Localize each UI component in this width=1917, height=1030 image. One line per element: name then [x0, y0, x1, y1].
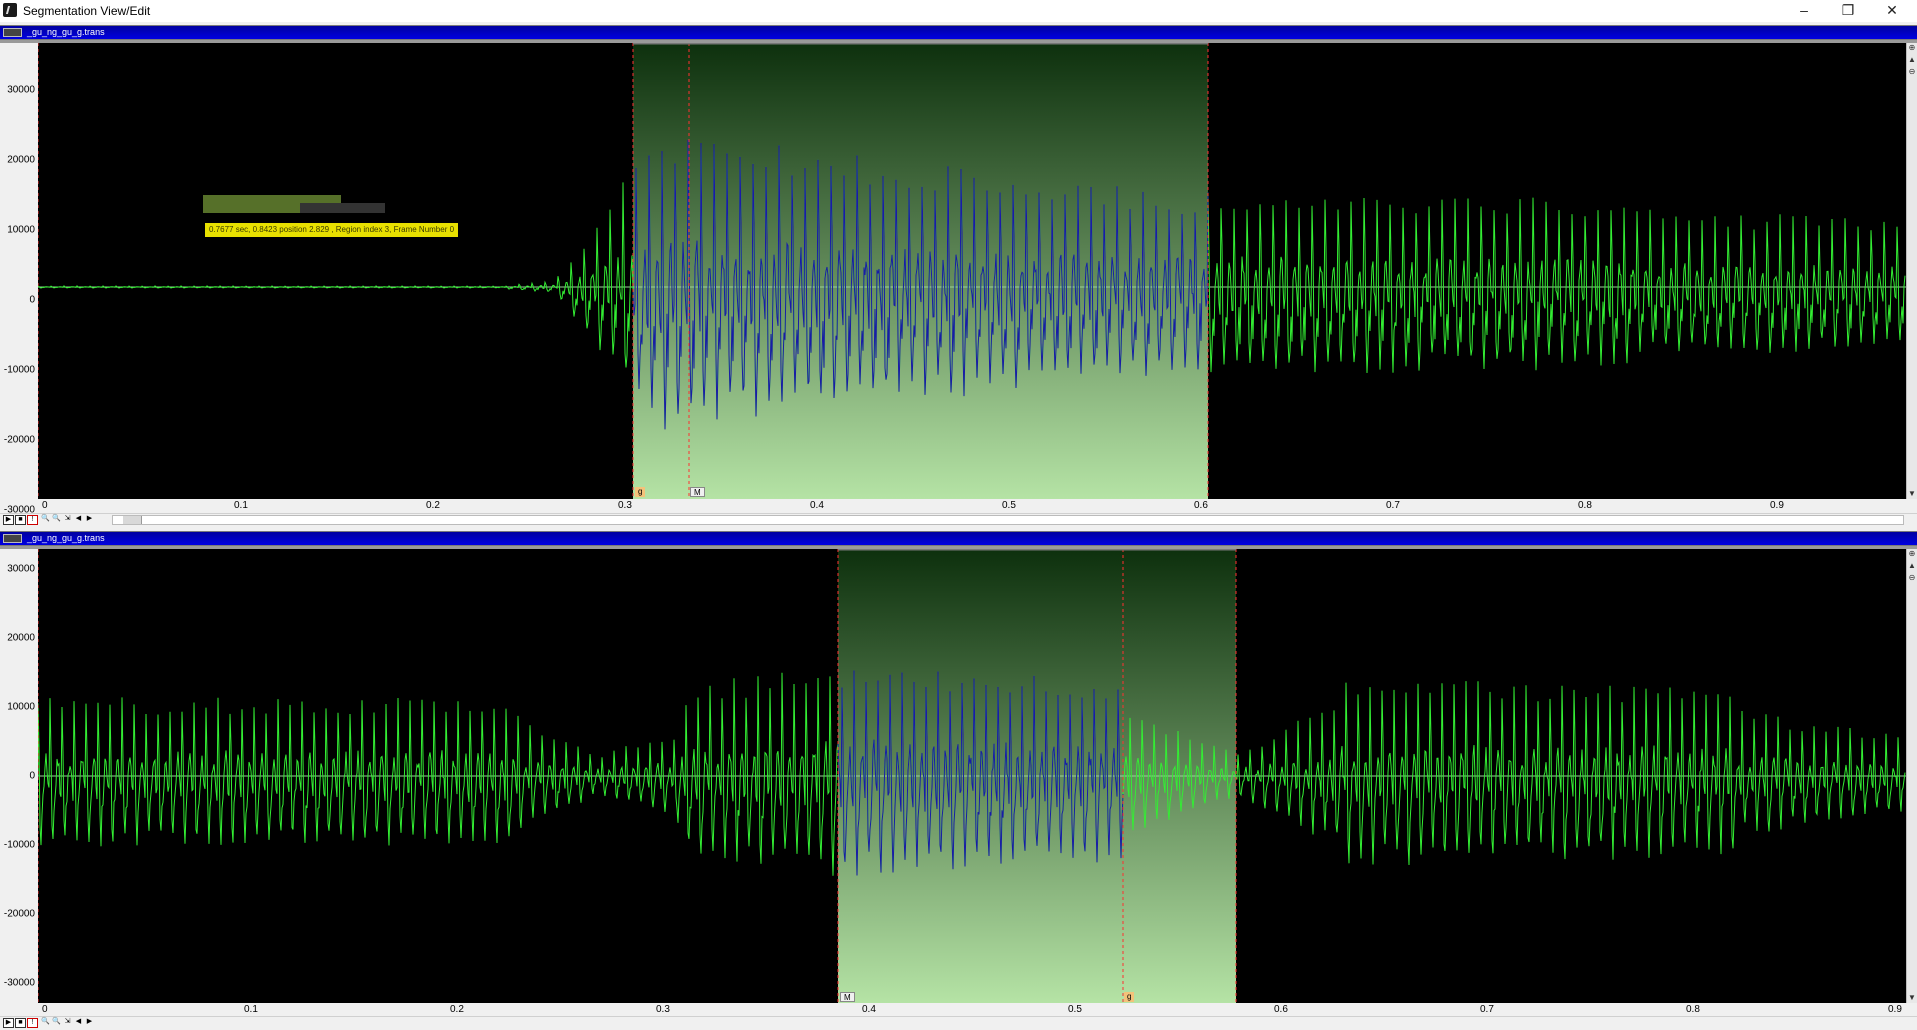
x-tick-label: 0.1 [244, 1004, 258, 1015]
x-tick-label: 0.9 [1888, 1004, 1902, 1015]
x-tick-label: 0.6 [1274, 1004, 1288, 1015]
pane-titlebar: _gu_ng_gu_g.trans [0, 531, 1917, 546]
y-tick-label: 30000 [7, 563, 35, 575]
y-tick-label: -20000 [3, 908, 35, 920]
zoom-out-icon[interactable]: ⊖ [1907, 573, 1917, 583]
scroll-up-icon[interactable]: ▲ [1907, 561, 1917, 571]
vertical-scrollbar[interactable]: ⊕ ▲ ⊖ ▼ [1906, 549, 1917, 1003]
x-tick-label: 0.3 [656, 1004, 670, 1015]
segment-label-g[interactable]: g [635, 487, 646, 497]
record-icon[interactable]: ! [27, 515, 38, 525]
y-tick-label: -30000 [3, 977, 35, 989]
pane-title: _gu_ng_gu_g.trans [27, 533, 105, 543]
zoom-in-icon[interactable]: 🔍 [40, 515, 51, 525]
play-icon[interactable]: ▶ [3, 515, 14, 525]
scroll-right-icon[interactable]: ▶ [84, 515, 95, 525]
y-tick-label: -10000 [3, 839, 35, 851]
minimize-button[interactable]: – [1782, 0, 1826, 22]
x-tick-label: 0.8 [1578, 500, 1592, 511]
tooltip-waveform-preview [203, 195, 385, 213]
x-tick-label: 0.4 [810, 500, 824, 511]
x-tick-label: 0.5 [1002, 500, 1016, 511]
x-tick-label: 0.8 [1686, 1004, 1700, 1015]
record-icon[interactable]: ! [27, 1018, 38, 1028]
x-tick-label: 0.2 [426, 500, 440, 511]
selected-region[interactable] [633, 43, 1208, 499]
scroll-left-icon[interactable]: ◀ [73, 515, 84, 525]
x-tick-label: 0.7 [1480, 1004, 1494, 1015]
y-tick-label: 20000 [7, 632, 35, 644]
stop-icon[interactable]: ■ [15, 515, 26, 525]
y-axis: 30000 20000 10000 0 -10000 -20000 -30000 [0, 43, 38, 529]
y-tick-label: 0 [29, 294, 35, 306]
waveform-canvas[interactable] [38, 43, 1906, 499]
x-tick-label: 0.2 [450, 1004, 464, 1015]
x-tick-label: 0.3 [618, 500, 632, 511]
waveform-icon [3, 28, 22, 37]
window-title: Segmentation View/Edit [23, 4, 151, 18]
y-tick-label: 10000 [7, 224, 35, 236]
zoom-out-icon[interactable]: 🔍 [51, 515, 62, 525]
restore-button[interactable]: ❐ [1826, 0, 1870, 22]
close-button[interactable]: ✕ [1870, 0, 1914, 22]
cursor-tooltip: 0.7677 sec, 0.8423 position 2.829 , Regi… [205, 223, 459, 237]
waveform-plot[interactable]: M g [38, 549, 1906, 1003]
scroll-down-icon[interactable]: ▼ [1907, 993, 1917, 1003]
segment-label-m[interactable]: M [840, 992, 855, 1002]
app-icon [3, 3, 17, 17]
x-tick-label: 0.9 [1770, 500, 1784, 511]
x-tick-label: 0.7 [1386, 500, 1400, 511]
zoom-out-icon[interactable]: 🔍 [51, 1018, 62, 1028]
x-tick-label: 0.4 [862, 1004, 876, 1015]
zoom-in-icon[interactable]: ⊕ [1907, 43, 1917, 53]
vertical-scrollbar[interactable]: ⊕ ▲ ⊖ ▼ [1906, 43, 1917, 499]
x-axis: 0 0.1 0.2 0.3 0.4 0.5 0.6 0.7 0.8 0.9 [38, 499, 1906, 512]
y-axis: 30000 20000 10000 0 -10000 -20000 -30000 [0, 549, 38, 1019]
fit-icon[interactable]: ⇲ [62, 1018, 73, 1028]
pane-title: _gu_ng_gu_g.trans [27, 27, 105, 37]
playback-toolbar: ▶ ■ ! 🔍 🔍 ⇲ ◀ ▶ [0, 513, 1917, 527]
segment-label-m[interactable]: M [690, 487, 705, 497]
x-tick-label: 0 [42, 500, 48, 511]
x-axis: 0 0.1 0.2 0.3 0.4 0.5 0.6 0.7 0.8 0.9 [38, 1003, 1906, 1016]
waveform-pane-bottom: _gu_ng_gu_g.trans 30000 20000 10000 0 -1… [0, 531, 1917, 1030]
waveform-plot[interactable]: 0.7677 sec, 0.8423 position 2.829 , Regi… [38, 43, 1906, 499]
horizontal-scrollbar[interactable] [112, 515, 1904, 525]
play-icon[interactable]: ▶ [3, 1018, 14, 1028]
scrollbar-thumb[interactable] [123, 516, 142, 524]
window-titlebar: Segmentation View/Edit – ❐ ✕ [0, 0, 1917, 22]
fit-icon[interactable]: ⇲ [62, 515, 73, 525]
waveform-canvas[interactable] [38, 549, 1906, 1003]
stop-icon[interactable]: ■ [15, 1018, 26, 1028]
x-tick-label: 0.1 [234, 500, 248, 511]
waveform-icon [3, 534, 22, 543]
scroll-right-icon[interactable]: ▶ [84, 1018, 95, 1028]
y-tick-label: 0 [29, 770, 35, 782]
pane-titlebar: _gu_ng_gu_g.trans [0, 25, 1917, 40]
x-tick-label: 0 [42, 1004, 48, 1015]
scroll-left-icon[interactable]: ◀ [73, 1018, 84, 1028]
scroll-up-icon[interactable]: ▲ [1907, 55, 1917, 65]
y-tick-label: 30000 [7, 84, 35, 96]
zoom-in-icon[interactable]: ⊕ [1907, 549, 1917, 559]
zoom-out-icon[interactable]: ⊖ [1907, 67, 1917, 77]
segment-label-g[interactable]: g [1124, 992, 1135, 1002]
y-tick-label: 10000 [7, 701, 35, 713]
y-tick-label: -20000 [3, 434, 35, 446]
x-tick-label: 0.6 [1194, 500, 1208, 511]
scroll-down-icon[interactable]: ▼ [1907, 489, 1917, 499]
y-tick-label: 20000 [7, 154, 35, 166]
y-tick-label: -10000 [3, 364, 35, 376]
x-tick-label: 0.5 [1068, 1004, 1082, 1015]
zoom-in-icon[interactable]: 🔍 [40, 1018, 51, 1028]
waveform-pane-top: _gu_ng_gu_g.trans 30000 20000 10000 0 -1… [0, 25, 1917, 530]
